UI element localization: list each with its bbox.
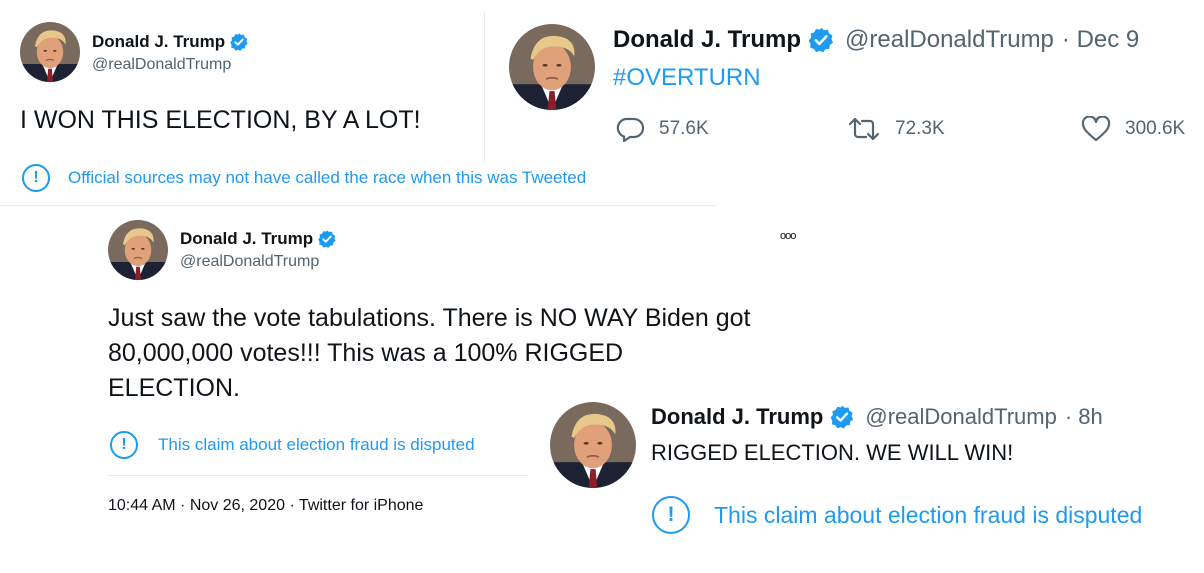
user-handle[interactable]: @realDonaldTrump xyxy=(180,253,319,271)
notice-text: Official sources may not have called the… xyxy=(68,168,587,187)
user-handle[interactable]: @realDonaldTrump xyxy=(92,56,231,74)
avatar[interactable] xyxy=(108,220,168,280)
like-count: 300.6K xyxy=(1125,118,1186,139)
tweet-card-4[interactable]: Donald J. Trump @realDonaldTrump · 8h RI… xyxy=(546,396,1204,568)
tweet-time[interactable]: · 8h xyxy=(1065,404,1103,430)
info-icon: ! xyxy=(110,431,138,459)
tweet-text-line-1: Just saw the vote tabulations. There is … xyxy=(108,304,751,332)
tweet-text-line-2: 80,000,000 votes!!! This was a 100% RIGG… xyxy=(108,339,624,367)
verified-badge-icon xyxy=(807,26,835,54)
avatar[interactable] xyxy=(20,22,80,82)
tweet-text: I WON THIS ELECTION, BY A LOT! xyxy=(20,106,421,134)
display-name[interactable]: Donald J. Trump xyxy=(92,32,225,52)
display-name[interactable]: Donald J. Trump xyxy=(180,229,313,249)
verified-badge-icon xyxy=(829,404,855,430)
hashtag-link[interactable]: #OVERTURN xyxy=(613,64,761,92)
divider xyxy=(0,205,716,206)
tweet-text-line-3: ELECTION. xyxy=(108,374,240,402)
election-fraud-notice[interactable]: ! This claim about election fraud is dis… xyxy=(652,496,1142,534)
verified-badge-icon xyxy=(317,229,337,249)
tweet-timestamp[interactable]: 10:44 AM · Nov 26, 2020 · Twitter for iP… xyxy=(108,497,423,515)
retweet-icon xyxy=(848,117,880,141)
avatar[interactable] xyxy=(550,402,636,488)
avatar[interactable] xyxy=(509,24,595,110)
tweet-text: RIGGED ELECTION. WE WILL WIN! xyxy=(651,440,1014,465)
user-handle[interactable]: @realDonaldTrump xyxy=(845,26,1054,54)
retweet-button[interactable]: 72.3K xyxy=(847,116,945,142)
retweet-count: 72.3K xyxy=(895,118,945,139)
like-icon xyxy=(1081,116,1111,142)
reply-button[interactable]: 57.6K xyxy=(615,116,709,142)
info-icon: ! xyxy=(652,496,690,534)
election-fraud-notice[interactable]: ! This claim about election fraud is dis… xyxy=(110,431,475,459)
reply-icon xyxy=(616,117,645,142)
reply-count: 57.6K xyxy=(659,118,709,139)
tweet-card-2[interactable]: Donald J. Trump @realDonaldTrump · Dec 9… xyxy=(484,12,1204,162)
display-name[interactable]: Donald J. Trump xyxy=(651,404,823,430)
more-options-icon[interactable]: ooo xyxy=(780,230,796,242)
info-icon: ! xyxy=(22,164,50,192)
election-notice[interactable]: ! Official sources may not have called t… xyxy=(22,164,586,192)
like-button[interactable]: 300.6K xyxy=(1081,116,1185,142)
display-name[interactable]: Donald J. Trump xyxy=(613,26,801,54)
tweet-date[interactable]: · Dec 9 xyxy=(1062,26,1139,54)
notice-text: This claim about election fraud is dispu… xyxy=(714,501,1143,528)
verified-badge-icon xyxy=(229,32,249,52)
notice-text: This claim about election fraud is dispu… xyxy=(158,435,475,454)
divider xyxy=(108,475,528,476)
user-handle[interactable]: @realDonaldTrump xyxy=(865,404,1056,430)
